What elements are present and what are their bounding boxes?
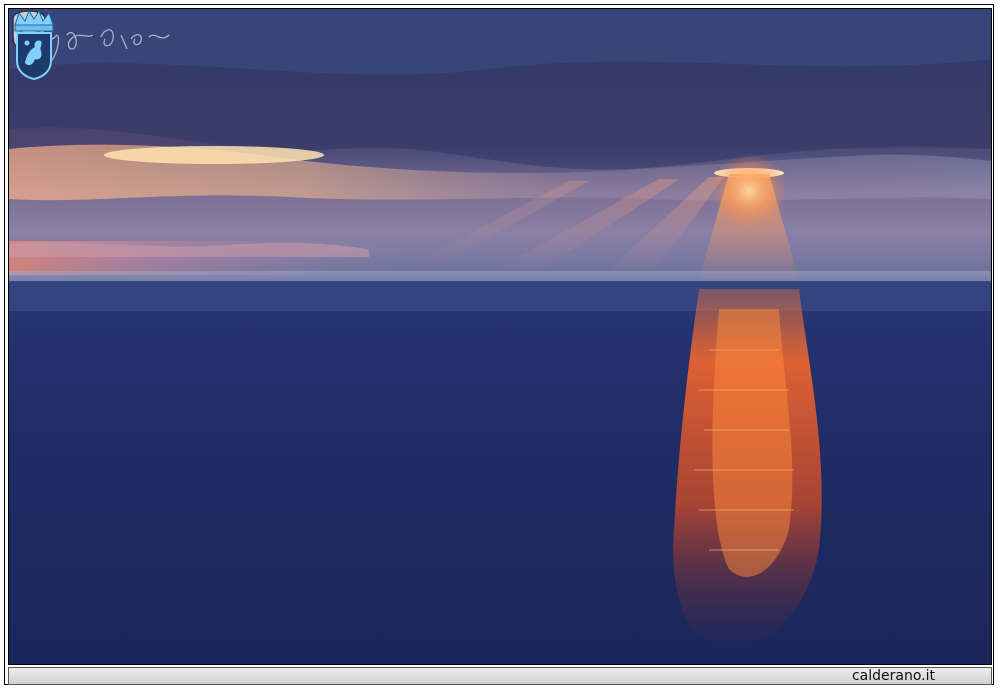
sunset-photo bbox=[8, 8, 992, 665]
sunset-scene bbox=[9, 9, 991, 664]
footer-bar: calderano.it bbox=[8, 667, 992, 685]
horizon bbox=[9, 271, 991, 281]
crowned-shield-icon bbox=[14, 9, 54, 81]
sea bbox=[9, 281, 991, 664]
sun-glow bbox=[711, 153, 787, 229]
site-label: calderano.it bbox=[851, 668, 935, 684]
